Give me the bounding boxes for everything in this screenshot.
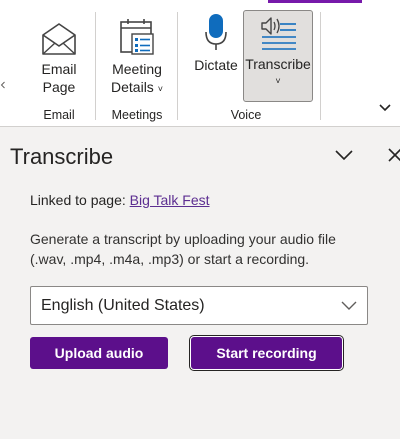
transcribe-button[interactable]: Transcribe ˅ [243,10,313,102]
close-icon[interactable] [386,146,400,162]
email-page-label: Email Page [41,60,76,96]
ribbon-group-meetings: Meeting Details ˅ Meetings [96,10,178,126]
transcribe-icon [261,17,296,50]
meeting-details-label-line1: Meeting [112,61,162,77]
calendar-icon [120,19,154,55]
dictate-button[interactable]: Dictate [188,10,244,74]
chevron-down-icon: ˅ [157,84,163,94]
transcribe-label: Transcribe [245,56,311,72]
ribbon-group-voice: Dictate Transcribe ˅ Voice [178,10,318,126]
transcribe-pane: Transcribe Linked to page: Big Talk Fest… [0,128,400,439]
dictate-label: Dictate [194,57,238,73]
language-select-value: English (United States) [41,296,205,314]
ribbon: Email Page Email Meeting Details ˅ Meeti… [0,0,400,127]
chevron-down-icon: ˅ [275,76,281,86]
meeting-details-label: Meeting Details ˅ [111,60,163,96]
linked-page-link[interactable]: Big Talk Fest [130,192,210,208]
pane-title: Transcribe [10,144,114,169]
scroll-left-icon[interactable] [0,80,6,90]
meeting-details-button[interactable]: Meeting Details ˅ [104,10,170,96]
ribbon-group-email: Email Page Email [16,10,102,126]
group-label-meetings: Meetings [111,108,163,122]
email-page-label-line1: Email [41,61,77,77]
chevron-down-icon[interactable] [334,148,354,162]
chevron-down-icon [341,301,357,310]
transcribe-description: Generate a transcript by uploading your … [30,231,336,267]
language-select[interactable]: English (United States) [30,286,368,325]
group-label-voice: Voice [230,108,262,122]
group-separator [320,12,321,120]
email-page-button[interactable]: Email Page [28,10,90,96]
group-label-email: Email [43,108,75,122]
microphone-icon [205,14,227,50]
envelope-icon [42,23,76,55]
ribbon-accent-bar [268,0,362,3]
meeting-details-label-line2: Details [111,79,154,95]
ribbon-expand-icon[interactable] [378,102,392,112]
linked-page-prefix: Linked to page: [30,192,130,208]
email-page-label-line2: Page [42,79,76,95]
start-recording-button[interactable]: Start recording [191,337,342,369]
upload-audio-button[interactable]: Upload audio [30,337,168,369]
linked-page-row: Linked to page: Big Talk Fest [30,192,210,208]
